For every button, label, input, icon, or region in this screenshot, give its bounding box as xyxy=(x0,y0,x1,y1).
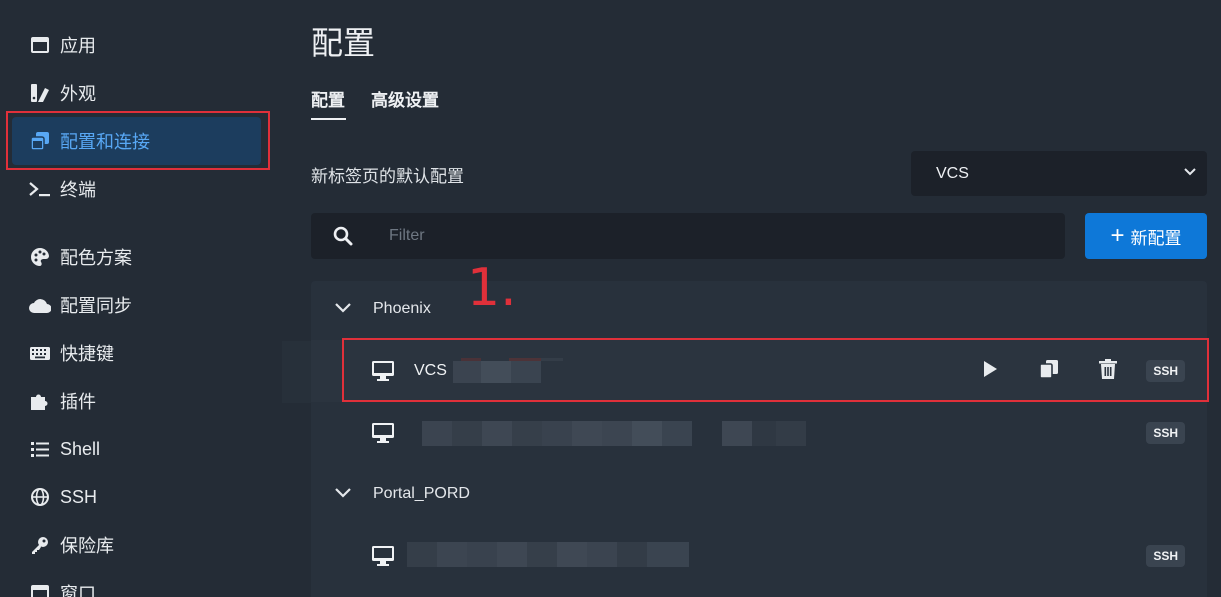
profile-row[interactable]: SSH xyxy=(311,402,1207,464)
tab-profiles[interactable]: 配置 xyxy=(311,86,345,111)
sidebar-item-label: 插件 xyxy=(60,392,96,412)
play-icon xyxy=(984,360,997,377)
sidebar-item-label: 快捷键 xyxy=(60,344,114,364)
profile-type-badge: SSH xyxy=(1146,360,1185,382)
sidebar-item-vault[interactable]: 保险库 xyxy=(12,521,261,569)
keyboard-icon xyxy=(29,342,51,364)
list-icon xyxy=(29,438,51,460)
copy-windows-icon xyxy=(29,130,51,152)
active-tab-underline xyxy=(311,118,346,120)
sidebar-item-window[interactable]: 窗口 xyxy=(12,569,261,597)
chevron-down-icon xyxy=(335,485,351,503)
puzzle-piece-icon xyxy=(29,390,51,412)
sidebar-item-label: 窗口 xyxy=(60,584,96,597)
sidebar-item-profiles-connections[interactable]: 配置和连接 xyxy=(12,117,261,165)
monitor-icon xyxy=(372,546,394,571)
sidebar-item-label: Shell xyxy=(60,438,101,459)
profile-name: VCS xyxy=(414,362,447,379)
redacted-text xyxy=(422,421,806,446)
group-name: Phoenix xyxy=(373,300,431,317)
filter-bar xyxy=(311,213,1065,259)
default-profile-select[interactable]: VCS xyxy=(911,151,1207,196)
trash-icon xyxy=(1099,358,1117,379)
profile-row[interactable]: VCS SSH xyxy=(311,340,1207,402)
sidebar-item-config-sync[interactable]: 配置同步 xyxy=(12,281,261,329)
globe-icon xyxy=(29,486,51,508)
sidebar-item-terminal[interactable]: 终端 xyxy=(12,165,261,213)
new-profile-button[interactable]: + 新配置 xyxy=(1085,213,1207,259)
new-profile-label: 新配置 xyxy=(1130,228,1182,248)
sidebar-item-label: 配置同步 xyxy=(60,296,132,316)
profile-list: Phoenix VCS SSH SSH Portal_PORD SSH xyxy=(311,281,1207,597)
paint-brush-icon xyxy=(29,82,51,104)
selected-row-band xyxy=(282,341,312,403)
terminal-prompt-icon xyxy=(29,178,51,200)
chevron-down-icon xyxy=(335,300,351,318)
sidebar-item-color-scheme[interactable]: 配色方案 xyxy=(12,233,261,281)
duplicate-button[interactable] xyxy=(1039,359,1059,384)
group-name: Portal_PORD xyxy=(373,485,470,502)
sidebar-item-app[interactable]: 应用 xyxy=(12,21,261,69)
sidebar-item-label: 配置和连接 xyxy=(60,132,150,152)
app-window-icon xyxy=(29,34,51,56)
sidebar: 应用 外观 配置和连接 终端 配色方案 配置同步 快捷键 插件 Shell SS… xyxy=(0,0,280,597)
sidebar-item-appearance[interactable]: 外观 xyxy=(12,69,261,117)
default-profile-label: 新标签页的默认配置 xyxy=(311,167,464,186)
launch-button[interactable] xyxy=(981,360,999,383)
profile-actions xyxy=(981,358,1117,384)
sidebar-item-label: 终端 xyxy=(60,180,96,200)
delete-button[interactable] xyxy=(1099,358,1117,384)
key-icon xyxy=(29,534,51,556)
profile-type-badge: SSH xyxy=(1146,545,1185,567)
chevron-down-icon xyxy=(1183,165,1197,184)
sidebar-item-shell[interactable]: Shell xyxy=(12,425,261,473)
filter-input[interactable] xyxy=(389,213,1039,259)
plus-icon: + xyxy=(1110,222,1125,249)
monitor-icon xyxy=(372,361,394,386)
window-icon xyxy=(29,582,51,597)
group-header-portal-pord[interactable]: Portal_PORD xyxy=(311,471,1207,517)
default-profile-value: VCS xyxy=(936,164,969,182)
sidebar-item-label: 外观 xyxy=(60,84,96,104)
group-header-phoenix[interactable]: Phoenix xyxy=(311,286,1207,332)
profile-row[interactable]: SSH xyxy=(311,525,1207,587)
copy-icon xyxy=(1039,359,1058,379)
redacted-text xyxy=(407,542,689,567)
sidebar-item-ssh[interactable]: SSH xyxy=(12,473,261,521)
cloud-icon xyxy=(29,294,51,316)
sidebar-item-label: 配色方案 xyxy=(60,248,132,268)
sidebar-item-plugins[interactable]: 插件 xyxy=(12,377,261,425)
redacted-text xyxy=(451,358,563,383)
tab-advanced-settings[interactable]: 高级设置 xyxy=(371,86,439,111)
profile-type-badge: SSH xyxy=(1146,422,1185,444)
sidebar-item-label: SSH xyxy=(60,486,98,507)
monitor-icon xyxy=(372,423,394,448)
page-title: 配置 xyxy=(311,25,376,61)
annotation-number: 1. xyxy=(467,258,517,318)
sidebar-item-hotkeys[interactable]: 快捷键 xyxy=(12,329,261,377)
search-icon xyxy=(333,226,353,251)
palette-icon xyxy=(29,246,51,268)
sidebar-item-label: 保险库 xyxy=(60,536,114,556)
sidebar-item-label: 应用 xyxy=(60,36,96,56)
